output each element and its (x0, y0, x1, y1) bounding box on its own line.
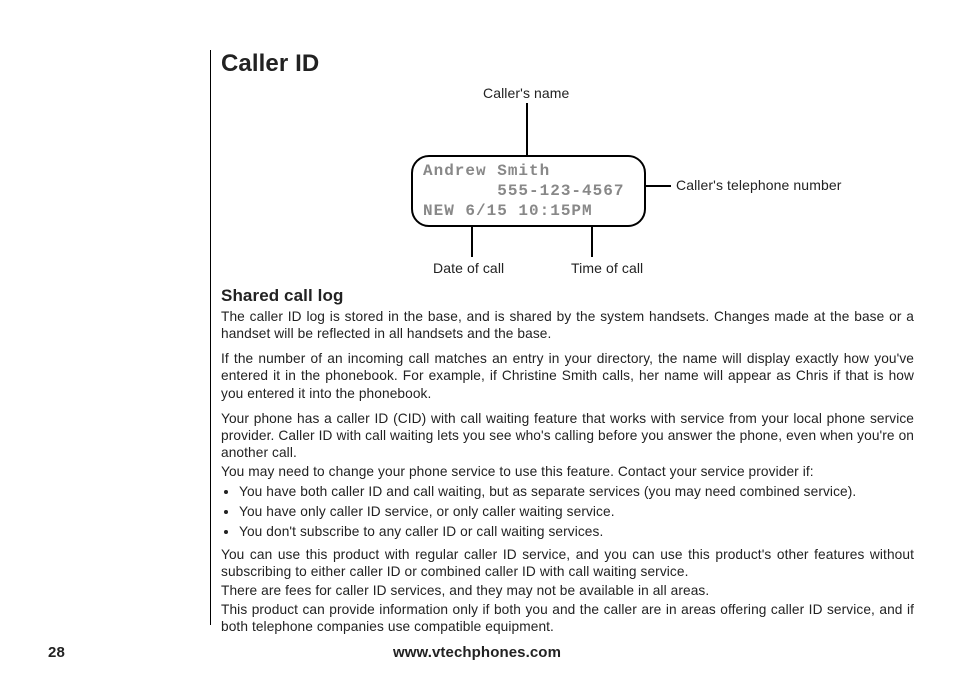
body-text: You can use this product with regular ca… (221, 546, 914, 580)
lcd-number: 555-123-4567 (497, 182, 624, 200)
page-title: Caller ID (221, 50, 914, 78)
body-text: You may need to change your phone servic… (221, 463, 914, 480)
label-phone-number: Caller's telephone number (676, 177, 842, 193)
connector-line (526, 103, 528, 155)
body-text: There are fees for caller ID services, a… (221, 582, 914, 599)
footer-url: www.vtechphones.com (0, 644, 954, 661)
connector-line (646, 185, 671, 187)
list-item: You have both caller ID and call waiting… (239, 482, 914, 502)
lcd-screen: Andrew Smith 555-123-4567 NEW 6/15 10:15… (411, 155, 646, 227)
label-caller-name: Caller's name (483, 85, 569, 101)
main-content: Caller ID Caller's name Andrew Smith 555… (210, 50, 914, 625)
label-date: Date of call (433, 260, 504, 276)
bullet-list: You have both caller ID and call waiting… (221, 482, 914, 542)
lcd-status: NEW 6/15 10:15PM (423, 202, 593, 220)
list-item: You don't subscribe to any caller ID or … (239, 522, 914, 542)
list-item: You have only caller ID service, or only… (239, 502, 914, 522)
body-text: If the number of an incoming call matche… (221, 350, 914, 401)
lcd-name: Andrew Smith (423, 162, 550, 180)
connector-line (591, 227, 593, 257)
section-heading: Shared call log (221, 286, 914, 306)
body-text: This product can provide information onl… (221, 601, 914, 635)
body-text: Your phone has a caller ID (CID) with ca… (221, 410, 914, 461)
body-text: The caller ID log is stored in the base,… (221, 308, 914, 342)
label-time: Time of call (571, 260, 643, 276)
caller-id-diagram: Caller's name Andrew Smith 555-123-4567 … (221, 80, 954, 280)
connector-line (471, 227, 473, 257)
